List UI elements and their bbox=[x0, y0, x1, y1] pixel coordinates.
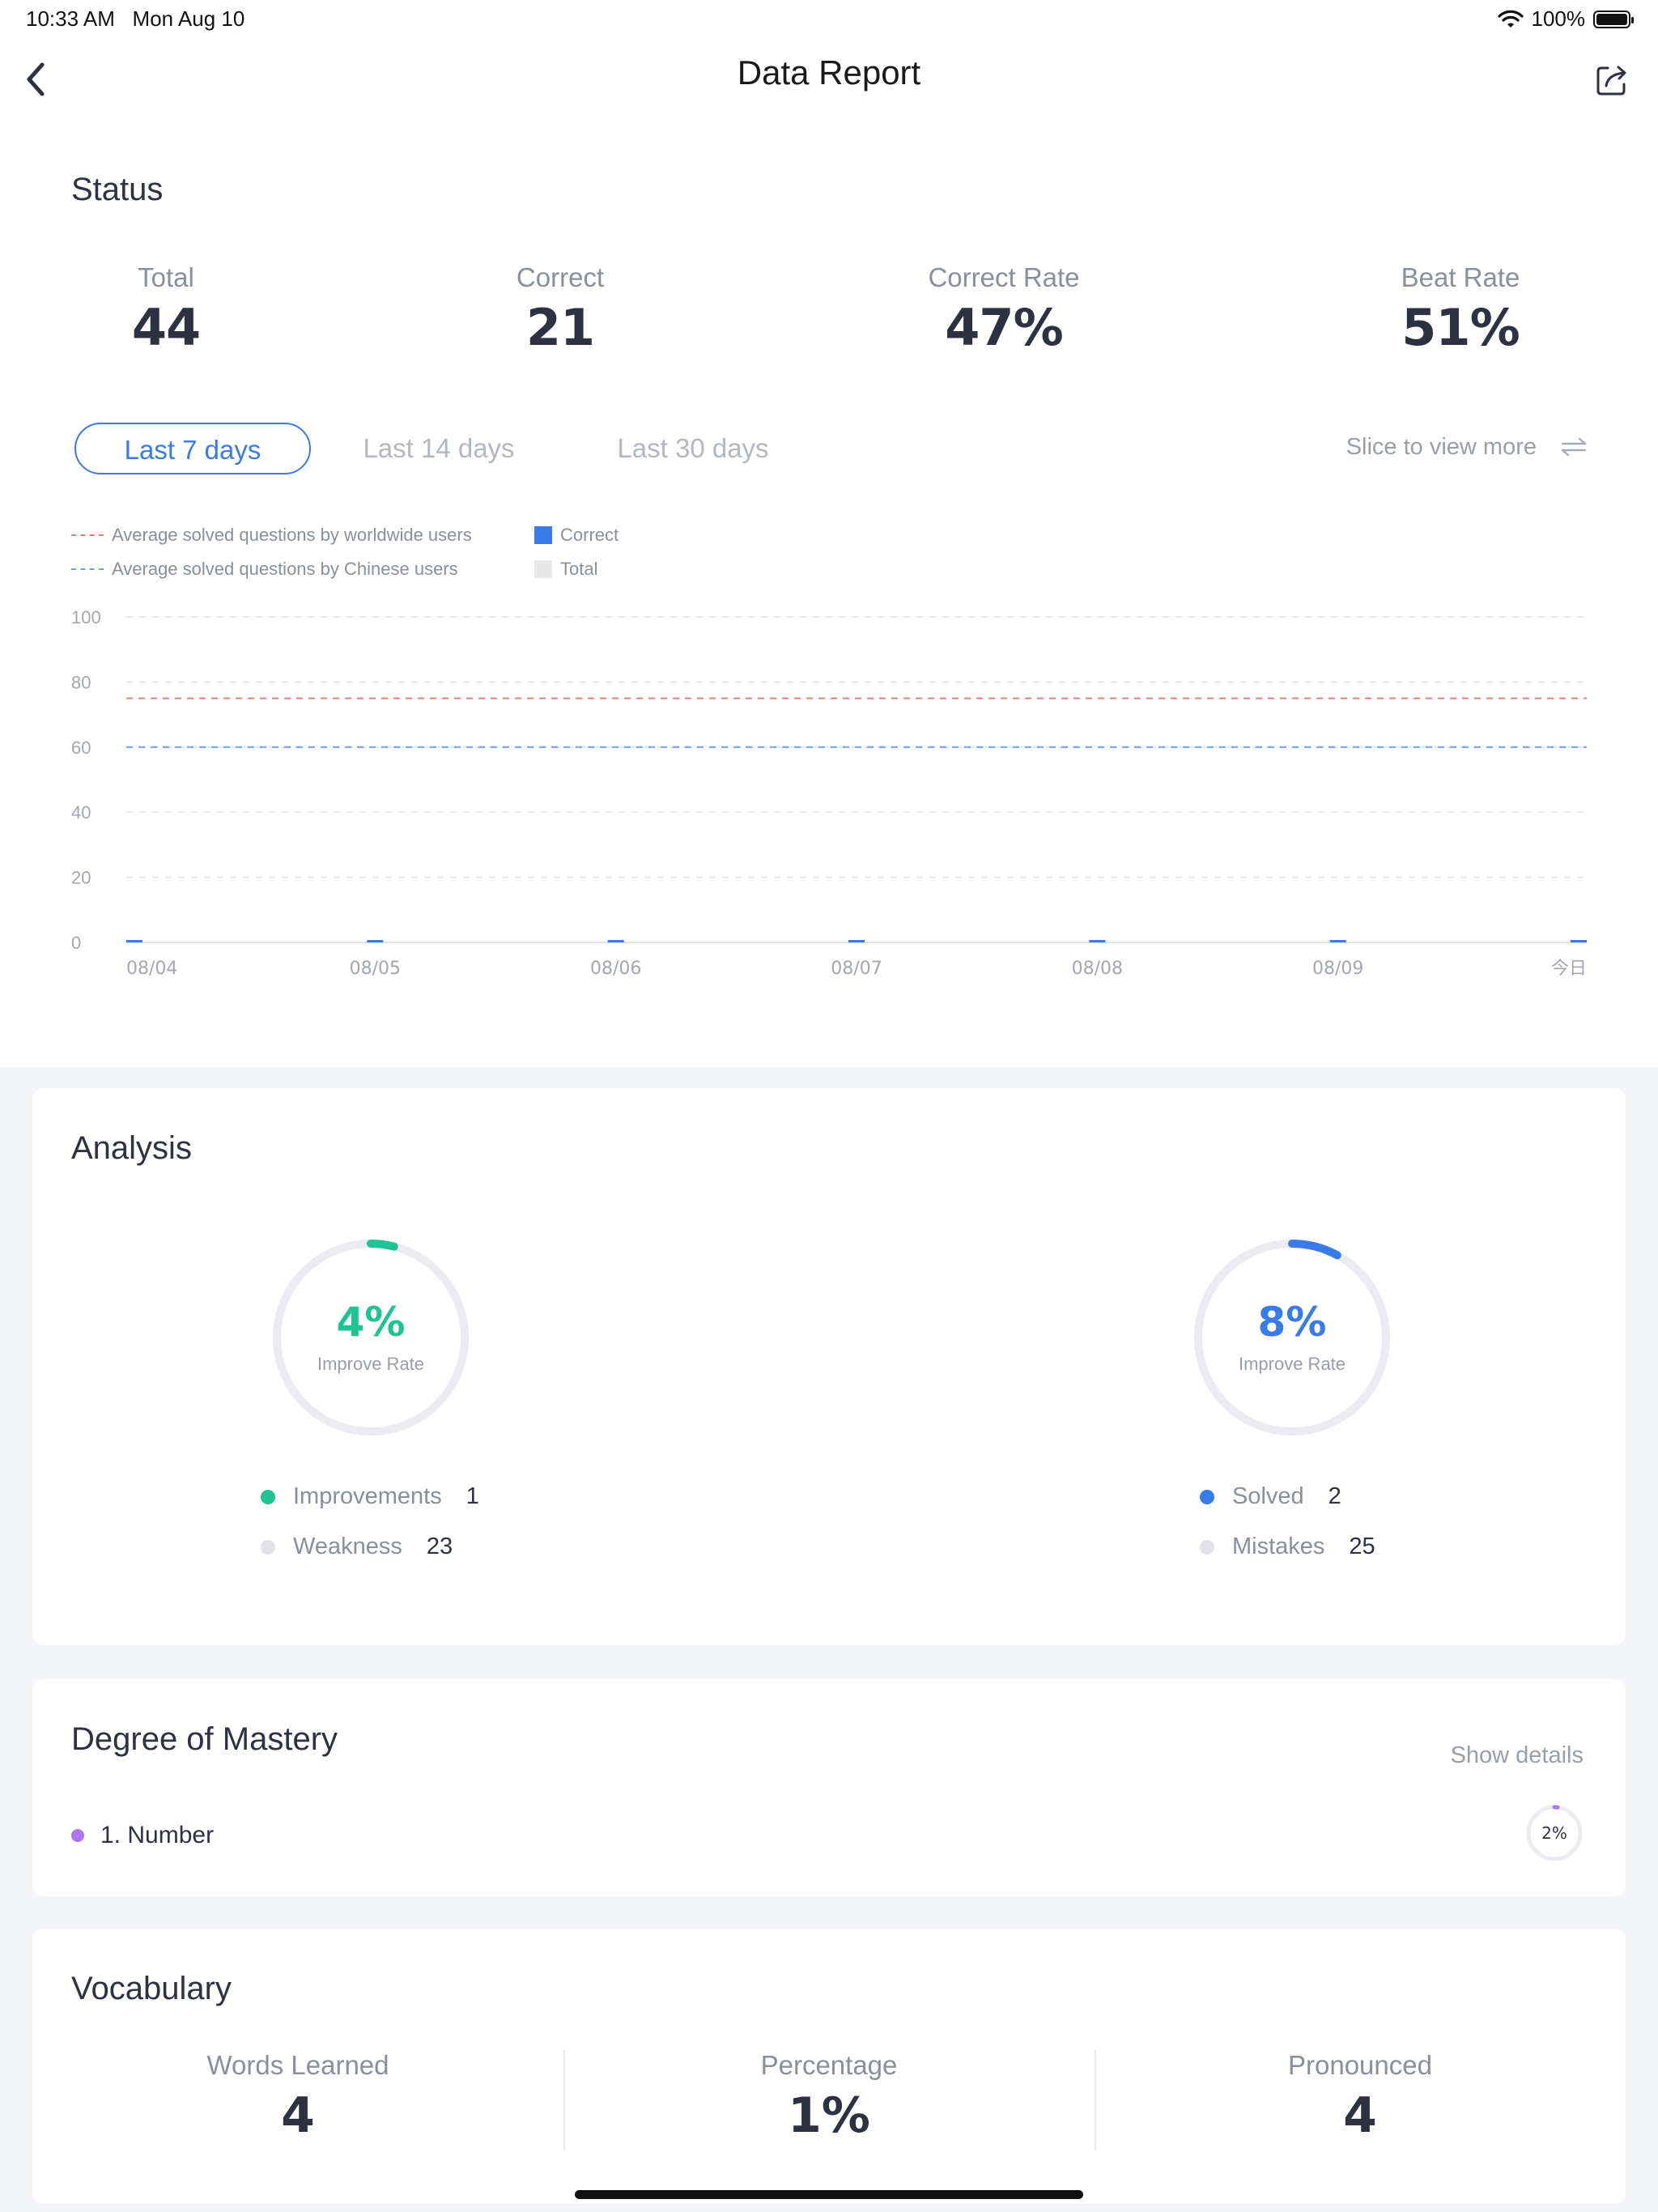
legend-dot bbox=[261, 1539, 275, 1555]
bar-correct bbox=[848, 940, 865, 942]
status-section: Status Total 44 Correct 21 Correct Rate … bbox=[0, 117, 1658, 1067]
legend-value: 25 bbox=[1349, 1534, 1375, 1559]
y-tick-label: 0 bbox=[71, 933, 81, 953]
legend-value: 23 bbox=[426, 1534, 453, 1559]
mastery-card: Degree of Mastery Show details 1. Number… bbox=[32, 1679, 1626, 1896]
mastery-ring: 2% bbox=[1524, 1802, 1585, 1864]
vocab-pronounced: Pronounced 4 bbox=[1095, 2050, 1626, 2144]
vocab-words-learned: Words Learned 4 bbox=[32, 2050, 563, 2144]
vocab-value: 4 bbox=[1343, 2087, 1377, 2144]
nav-bar: Data Report bbox=[0, 39, 1658, 117]
x-tick-label: 08/05 bbox=[350, 959, 401, 979]
bar-chart: 100 80 60 40 20 0 08/04 08/05 08/06 08/07 08/08 08/… bbox=[71, 607, 1587, 979]
bar-correct bbox=[367, 940, 384, 942]
ring-percent: 4% bbox=[336, 1299, 406, 1346]
legend-dot bbox=[1200, 1489, 1214, 1504]
y-tick-label: 20 bbox=[71, 868, 91, 888]
improve-rate-ring-right: 8% Improve Rate bbox=[1188, 1234, 1396, 1441]
legend-label: Solved bbox=[1232, 1483, 1304, 1509]
legend-weakness: Weakness 23 bbox=[261, 1534, 453, 1560]
bar-correct bbox=[1571, 940, 1587, 942]
vocab-value: 4 bbox=[281, 2087, 315, 2144]
mastery-item[interactable]: 1. Number bbox=[71, 1822, 214, 1849]
ring-caption: Improve Rate bbox=[317, 1354, 425, 1374]
bar-correct bbox=[126, 940, 142, 942]
y-tick-label: 40 bbox=[71, 802, 91, 823]
mastery-title: Degree of Mastery bbox=[71, 1721, 338, 1757]
legend-value: 1 bbox=[466, 1483, 479, 1509]
legend-dot bbox=[1200, 1539, 1214, 1555]
show-details-link[interactable]: Show details bbox=[1451, 1742, 1584, 1769]
legend-label: Weakness bbox=[293, 1534, 402, 1559]
ring-percent: 8% bbox=[1257, 1299, 1327, 1346]
mastery-percent: 2% bbox=[1541, 1823, 1567, 1843]
x-tick-label: 今日 bbox=[1551, 959, 1587, 979]
bar-correct bbox=[1089, 940, 1106, 942]
analysis-card: Analysis 4% Improve Rate Improvements 1 … bbox=[32, 1088, 1626, 1645]
y-tick-label: 100 bbox=[71, 607, 101, 627]
vocab-label: Pronounced bbox=[1288, 2050, 1432, 2080]
home-indicator bbox=[575, 2190, 1083, 2199]
status-right: 100% bbox=[1497, 6, 1634, 32]
status-bar: 10:33 AM Mon Aug 10 100% bbox=[0, 0, 1658, 39]
mastery-dot bbox=[71, 1829, 84, 1842]
x-tick-label: 08/04 bbox=[126, 959, 177, 979]
y-tick-label: 80 bbox=[71, 672, 91, 692]
ring-caption: Improve Rate bbox=[1238, 1354, 1346, 1374]
x-tick-label: 08/06 bbox=[590, 959, 641, 979]
vocab-label: Words Learned bbox=[206, 2050, 389, 2080]
bar-correct bbox=[1329, 940, 1346, 942]
x-tick-label: 08/07 bbox=[831, 959, 882, 979]
bar-correct bbox=[607, 940, 624, 942]
share-icon[interactable] bbox=[1592, 58, 1634, 100]
vocabulary-card: Vocabulary Words Learned 4 Percentage 1%… bbox=[32, 1929, 1626, 2204]
legend-label: Mistakes bbox=[1232, 1534, 1325, 1559]
mastery-item-label: 1. Number bbox=[100, 1822, 215, 1848]
x-tick-label: 08/09 bbox=[1312, 959, 1363, 979]
wifi-icon bbox=[1497, 10, 1524, 28]
vocab-label: Percentage bbox=[760, 2050, 898, 2080]
improve-rate-ring-left: 4% Improve Rate bbox=[267, 1234, 474, 1441]
y-tick-label: 60 bbox=[71, 738, 91, 758]
vocab-value: 1% bbox=[788, 2087, 870, 2144]
legend-value: 2 bbox=[1328, 1483, 1341, 1509]
legend-improvements: Improvements 1 bbox=[261, 1483, 479, 1510]
page-title: Data Report bbox=[737, 53, 921, 91]
x-tick-label: 08/08 bbox=[1072, 959, 1123, 979]
analysis-title: Analysis bbox=[71, 1130, 192, 1166]
battery-text: 100% bbox=[1531, 6, 1586, 31]
legend-dot bbox=[261, 1489, 275, 1504]
legend-label: Improvements bbox=[293, 1483, 442, 1509]
vocabulary-title: Vocabulary bbox=[71, 1971, 232, 2006]
legend-solved: Solved 2 bbox=[1200, 1483, 1341, 1510]
vocab-percentage: Percentage 1% bbox=[563, 2050, 1095, 2144]
status-time: 10:33 AM Mon Aug 10 bbox=[26, 6, 245, 31]
battery-icon bbox=[1593, 10, 1634, 28]
legend-mistakes: Mistakes 25 bbox=[1200, 1534, 1375, 1560]
